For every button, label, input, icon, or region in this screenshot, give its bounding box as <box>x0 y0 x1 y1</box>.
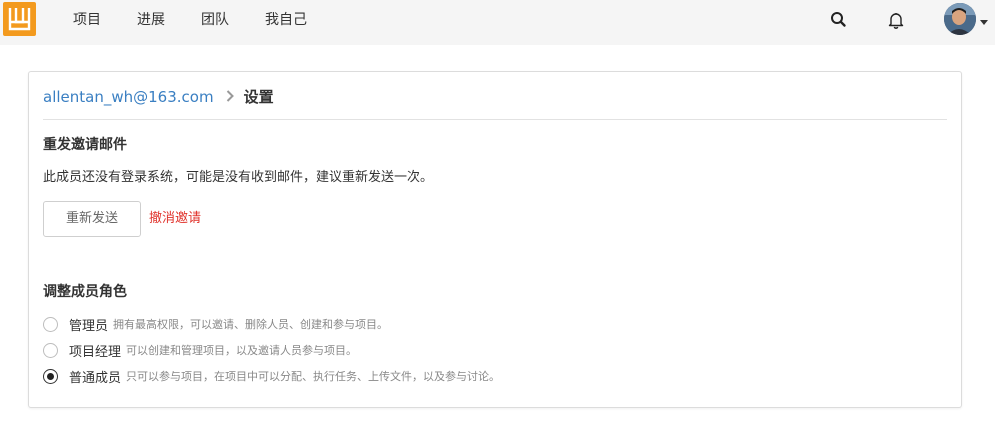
role-description: 只可以参与项目，在项目中可以分配、执行任务、上传文件，以及参与讨论。 <box>126 370 501 383</box>
bell-icon[interactable] <box>885 9 907 31</box>
breadcrumb-member-email[interactable]: allentan_wh@163.com <box>43 87 214 107</box>
top-navbar: 项目 进展 团队 我自己 <box>0 0 995 45</box>
role-name: 普通成员 <box>69 370 122 386</box>
nav-item-projects[interactable]: 项目 <box>73 11 101 29</box>
role-option-admin[interactable]: 管理员 拥有最高权限，可以邀请、删除人员、创建和参与项目。 <box>43 315 389 334</box>
roles-section-title: 调整成员角色 <box>43 284 127 300</box>
cancel-invite-link[interactable]: 撤消邀请 <box>149 210 201 228</box>
breadcrumb: allentan_wh@163.com 设置 <box>43 87 274 107</box>
role-description: 可以创建和管理项目，以及邀请人员参与项目。 <box>126 344 358 357</box>
nav-item-me[interactable]: 我自己 <box>265 11 307 29</box>
user-menu-caret-icon[interactable] <box>980 20 988 25</box>
role-option-member[interactable]: 普通成员 只可以参与项目，在项目中可以分配、执行任务、上传文件，以及参与讨论。 <box>43 367 501 386</box>
role-radio-selected[interactable] <box>43 368 58 384</box>
logo-mark-icon <box>8 8 31 31</box>
search-icon[interactable] <box>828 9 850 31</box>
role-option-manager[interactable]: 项目经理 可以创建和管理项目，以及邀请人员参与项目。 <box>43 341 358 360</box>
nav-item-progress[interactable]: 进展 <box>137 11 165 29</box>
resend-description: 此成员还没有登录系统，可能是没有收到邮件，建议重新发送一次。 <box>43 170 434 185</box>
settings-card: allentan_wh@163.com 设置 重发邀请邮件 此成员还没有登录系统… <box>28 71 962 408</box>
user-avatar[interactable] <box>944 3 976 35</box>
divider <box>43 119 947 120</box>
role-name: 项目经理 <box>69 344 122 360</box>
chevron-right-icon <box>226 87 234 107</box>
resend-section-title: 重发邀请邮件 <box>43 137 127 153</box>
role-radio[interactable] <box>43 316 58 332</box>
app-logo[interactable] <box>3 2 36 36</box>
role-name: 管理员 <box>69 318 109 334</box>
resend-button[interactable]: 重新发送 <box>43 201 141 237</box>
role-description: 拥有最高权限，可以邀请、删除人员、创建和参与项目。 <box>113 318 389 331</box>
nav-item-team[interactable]: 团队 <box>201 11 229 29</box>
avatar-photo-icon <box>944 3 976 35</box>
breadcrumb-current: 设置 <box>243 88 274 106</box>
role-radio[interactable] <box>43 342 58 358</box>
